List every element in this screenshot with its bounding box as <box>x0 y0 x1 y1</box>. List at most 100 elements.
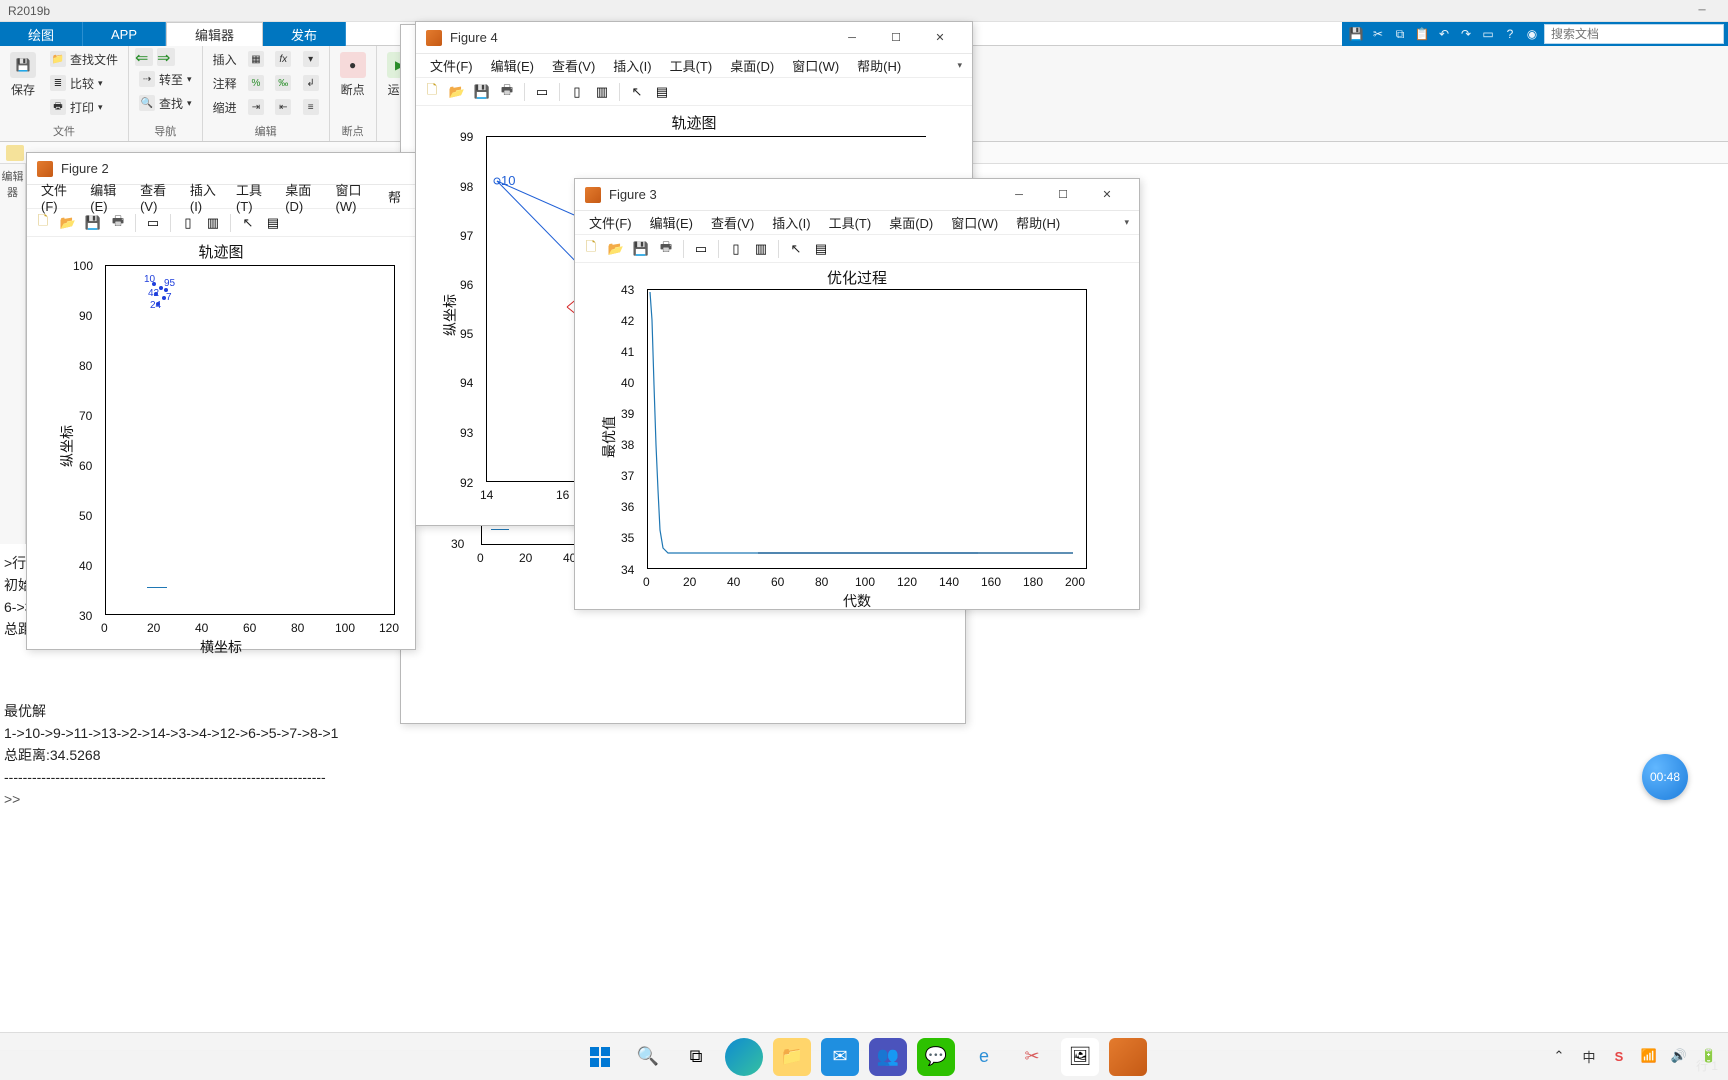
tile-icon[interactable]: ▥ <box>751 239 771 259</box>
menu-overflow-icon[interactable]: ▾ <box>1124 217 1133 228</box>
comment-row[interactable]: 注释 % ‰ ↲ <box>209 72 323 94</box>
menu-help[interactable]: 帮 <box>380 185 409 208</box>
menu-help[interactable]: 帮助(H) <box>1008 211 1068 234</box>
search-icon[interactable]: 🔍 <box>629 1038 667 1076</box>
qat-layout-icon[interactable]: ▭ <box>1478 25 1498 43</box>
fig4-minimize[interactable]: ─ <box>830 24 874 52</box>
teams-icon[interactable]: 👥 <box>869 1038 907 1076</box>
volume-icon[interactable]: 🔊 <box>1670 1047 1688 1065</box>
figure3-window[interactable]: Figure 3 ─ ☐ ✕ 文件(F) 编辑(E) 查看(V) 插入(I) 工… <box>574 178 1140 610</box>
battery-icon[interactable]: 🔋 <box>1700 1047 1718 1065</box>
qat-login-icon[interactable]: ◉ <box>1522 25 1542 43</box>
link-icon[interactable]: ▭ <box>143 213 163 233</box>
qat-cut-icon[interactable]: ✂ <box>1368 25 1388 43</box>
save-button[interactable]: 💾 保存 <box>6 48 40 102</box>
insert-row[interactable]: 插入 ▦ fx ▾ <box>209 48 323 70</box>
open-icon[interactable]: 📂 <box>606 239 626 259</box>
open-icon[interactable]: 📂 <box>58 213 78 233</box>
dock-icon[interactable]: ▯ <box>178 213 198 233</box>
tab-plot[interactable]: 绘图 <box>0 22 83 46</box>
qat-help-icon[interactable]: ? <box>1500 25 1520 43</box>
snip-icon[interactable]: ✂ <box>1013 1038 1051 1076</box>
fig3-minimize[interactable]: ─ <box>997 181 1041 209</box>
mail-icon[interactable]: ✉ <box>821 1038 859 1076</box>
fig3-close[interactable]: ✕ <box>1085 181 1129 209</box>
qat-save-icon[interactable]: 💾 <box>1346 25 1366 43</box>
dock-icon[interactable]: ▯ <box>726 239 746 259</box>
fig4-close[interactable]: ✕ <box>918 24 962 52</box>
folder-icon[interactable] <box>6 145 24 161</box>
find-files-button[interactable]: 📁查找文件 <box>46 48 122 70</box>
menu-overflow-icon[interactable]: ▾ <box>957 60 966 71</box>
record-timer[interactable]: 00:48 <box>1642 754 1688 800</box>
fig4-titlebar[interactable]: Figure 4 ─ ☐ ✕ <box>416 22 972 54</box>
fig4-maximize[interactable]: ☐ <box>874 24 918 52</box>
dock-icon[interactable]: ▯ <box>567 82 587 102</box>
nav-back-icon[interactable]: ⇐ <box>135 48 153 66</box>
insert-legend-icon[interactable]: ▤ <box>811 239 831 259</box>
tab-editor[interactable]: 编辑器 <box>166 22 263 46</box>
menu-insert[interactable]: 插入(I) <box>605 54 659 77</box>
goto-button[interactable]: ⇢转至 ▾ <box>135 68 196 90</box>
print-icon[interactable]: 🖶 <box>656 239 676 259</box>
fig3-titlebar[interactable]: Figure 3 ─ ☐ ✕ <box>575 179 1139 211</box>
edge-icon[interactable] <box>725 1038 763 1076</box>
fig3-maximize[interactable]: ☐ <box>1041 181 1085 209</box>
tab-publish[interactable]: 发布 <box>263 22 346 46</box>
menu-view[interactable]: 查看(V) <box>544 54 603 77</box>
menu-desktop[interactable]: 桌面(D) <box>881 211 941 234</box>
menu-tools[interactable]: 工具(T) <box>821 211 880 234</box>
taskview-icon[interactable]: ⧉ <box>677 1038 715 1076</box>
tab-app[interactable]: APP <box>83 22 166 46</box>
link-icon[interactable]: ▭ <box>691 239 711 259</box>
menu-edit[interactable]: 编辑(E) <box>483 54 542 77</box>
menu-file[interactable]: 文件(F) <box>581 211 640 234</box>
nav-fwd-icon[interactable]: ⇒ <box>157 48 175 66</box>
app-minimize[interactable]: ─ <box>1684 2 1720 20</box>
start-icon[interactable] <box>581 1038 619 1076</box>
menu-insert[interactable]: 插入(I) <box>764 211 818 234</box>
matlab-taskbar-icon[interactable] <box>1109 1038 1147 1076</box>
find-button[interactable]: 🔍查找 ▾ <box>135 92 196 114</box>
open-icon[interactable]: 📂 <box>447 82 467 102</box>
print-icon[interactable]: 🖶 <box>108 213 128 233</box>
link-icon[interactable]: ▭ <box>532 82 552 102</box>
save-icon[interactable]: 💾 <box>631 239 651 259</box>
explorer-icon[interactable]: 📁 <box>773 1038 811 1076</box>
tray-chevron-icon[interactable]: ⌃ <box>1550 1047 1568 1065</box>
insert-legend-icon[interactable]: ▤ <box>652 82 672 102</box>
save-icon[interactable]: 💾 <box>472 82 492 102</box>
wifi-icon[interactable]: 📶 <box>1640 1047 1658 1065</box>
ie-icon[interactable]: e <box>965 1038 1003 1076</box>
qat-copy-icon[interactable]: ⧉ <box>1390 25 1410 43</box>
menu-edit[interactable]: 编辑(E) <box>642 211 701 234</box>
menu-file[interactable]: 文件(F) <box>422 54 481 77</box>
new-icon[interactable]: 🗋 <box>33 213 53 233</box>
menu-desktop[interactable]: 桌面(D) <box>722 54 782 77</box>
tile-icon[interactable]: ▥ <box>592 82 612 102</box>
breakpoint-button[interactable]: ● 断点 <box>336 48 370 102</box>
insert-legend-icon[interactable]: ▤ <box>263 213 283 233</box>
wechat-icon[interactable]: 💬 <box>917 1038 955 1076</box>
tile-icon[interactable]: ▥ <box>203 213 223 233</box>
pointer-icon[interactable]: ↖ <box>786 239 806 259</box>
compare-button[interactable]: ≣比较 ▾ <box>46 72 122 94</box>
menu-window[interactable]: 窗口(W) <box>943 211 1006 234</box>
pointer-icon[interactable]: ↖ <box>627 82 647 102</box>
sogou-icon[interactable]: S <box>1610 1047 1628 1065</box>
ime-icon[interactable]: 中 <box>1580 1047 1598 1065</box>
menu-view[interactable]: 查看(V) <box>703 211 762 234</box>
pointer-icon[interactable]: ↖ <box>238 213 258 233</box>
figure2-window[interactable]: Figure 2 文件(F) 编辑(E) 查看(V) 插入(I) 工具(T) 桌… <box>26 152 416 650</box>
print-icon[interactable]: 🖶 <box>497 82 517 102</box>
menu-window[interactable]: 窗口(W) <box>784 54 847 77</box>
print-button[interactable]: 🖶打印 ▾ <box>46 96 122 118</box>
new-icon[interactable]: 🗋 <box>581 239 601 259</box>
search-input[interactable] <box>1544 24 1724 44</box>
app-icon[interactable]: 🖼 <box>1061 1038 1099 1076</box>
qat-undo-icon[interactable]: ↶ <box>1434 25 1454 43</box>
menu-help[interactable]: 帮助(H) <box>849 54 909 77</box>
new-icon[interactable]: 🗋 <box>422 82 442 102</box>
qat-paste-icon[interactable]: 📋 <box>1412 25 1432 43</box>
qat-redo-icon[interactable]: ↷ <box>1456 25 1476 43</box>
